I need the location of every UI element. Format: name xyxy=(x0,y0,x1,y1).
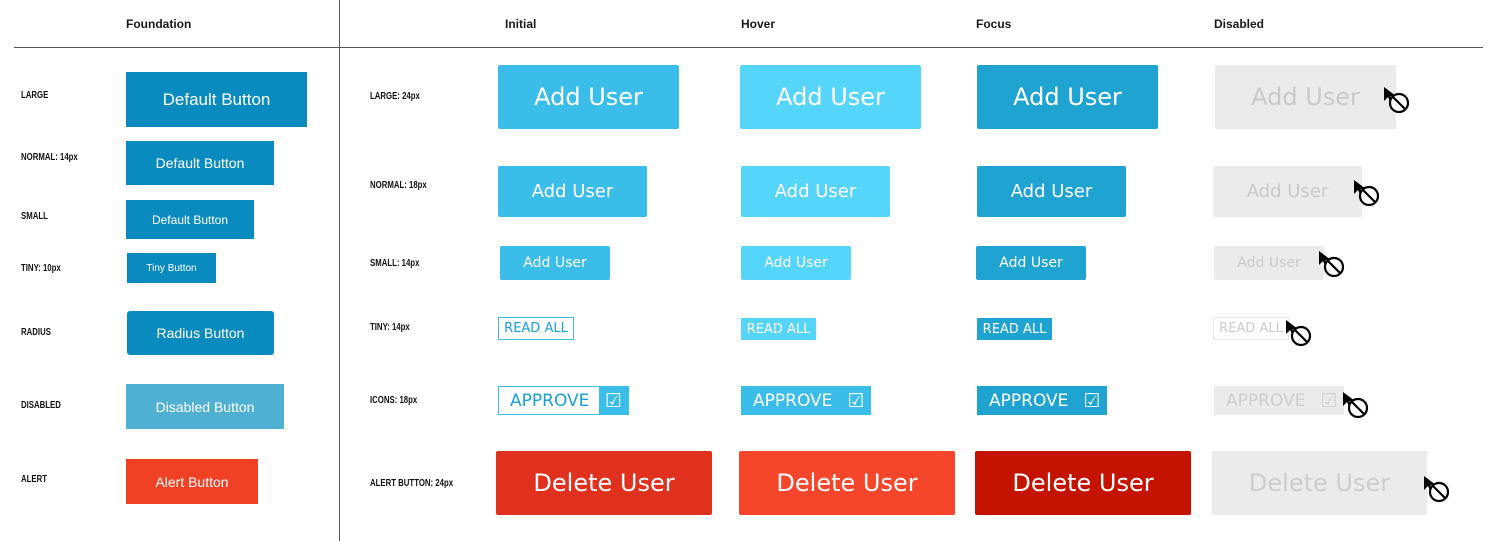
delete-user-initial[interactable]: Delete User xyxy=(496,451,712,515)
header-foundation: Foundation xyxy=(126,17,192,31)
checkbox-icon: ☑ xyxy=(1320,389,1338,412)
foundation-label-disabled: DISABLED xyxy=(21,400,61,411)
state-label-small: SMALL: 14px xyxy=(370,258,420,269)
add-user-large-focus[interactable]: Add User xyxy=(977,65,1158,129)
approve-button-disabled: APPROVE ☑ xyxy=(1214,386,1344,415)
default-button-large[interactable]: Default Button xyxy=(126,72,307,127)
approve-button-focus[interactable]: APPROVE ☑ xyxy=(977,386,1107,415)
not-allowed-cursor-icon xyxy=(1384,87,1410,114)
radius-button[interactable]: Radius Button xyxy=(127,311,274,355)
delete-user-focus[interactable]: Delete User xyxy=(975,451,1191,515)
column-divider xyxy=(339,0,340,541)
checkbox-icon: ☑ xyxy=(1083,389,1101,412)
approve-button-hover[interactable]: APPROVE ☑ xyxy=(741,386,871,415)
add-user-large-hover[interactable]: Add User xyxy=(740,65,921,129)
default-button-normal[interactable]: Default Button xyxy=(126,141,274,185)
not-allowed-cursor-icon xyxy=(1343,392,1369,419)
approve-label: APPROVE xyxy=(510,390,590,411)
not-allowed-cursor-icon xyxy=(1286,320,1312,347)
checkbox-icon: ☑ xyxy=(847,389,865,412)
header-disabled: Disabled xyxy=(1214,17,1265,31)
not-allowed-cursor-icon xyxy=(1424,476,1450,503)
add-user-normal-hover[interactable]: Add User xyxy=(741,166,890,217)
delete-user-hover[interactable]: Delete User xyxy=(739,451,955,515)
foundation-label-large: LARGE xyxy=(21,90,49,101)
delete-user-disabled: Delete User xyxy=(1212,451,1427,515)
not-allowed-cursor-icon xyxy=(1354,180,1380,207)
approve-label: APPROVE xyxy=(753,390,833,411)
foundation-label-normal: NORMAL: 14px xyxy=(21,152,78,163)
header-hover: Hover xyxy=(741,17,776,31)
read-all-tiny-initial[interactable]: READ ALL xyxy=(498,317,574,340)
add-user-normal-disabled: Add User xyxy=(1213,166,1362,217)
add-user-small-focus[interactable]: Add User xyxy=(976,246,1086,280)
foundation-label-alert: ALERT xyxy=(21,474,48,485)
disabled-button: Disabled Button xyxy=(126,384,284,429)
add-user-small-hover[interactable]: Add User xyxy=(741,246,851,280)
state-label-alert: ALERT BUTTON: 24px xyxy=(370,478,454,489)
checkbox-icon: ☑ xyxy=(599,387,628,414)
header-initial: Initial xyxy=(505,17,537,31)
header-focus: Focus xyxy=(976,17,1012,31)
state-label-normal: NORMAL: 18px xyxy=(370,180,427,191)
state-label-icons: ICONS: 18px xyxy=(370,395,418,406)
read-all-tiny-hover[interactable]: READ ALL xyxy=(741,318,816,340)
tiny-button[interactable]: Tiny Button xyxy=(127,253,216,283)
state-label-large: LARGE: 24px xyxy=(370,91,420,102)
add-user-normal-initial[interactable]: Add User xyxy=(498,166,647,217)
not-allowed-cursor-icon xyxy=(1319,251,1345,278)
add-user-large-initial[interactable]: Add User xyxy=(498,65,679,129)
foundation-label-tiny: TINY: 10px xyxy=(21,263,61,274)
add-user-normal-focus[interactable]: Add User xyxy=(977,166,1126,217)
approve-button-initial[interactable]: APPROVE ☑ xyxy=(498,386,629,415)
approve-label: APPROVE xyxy=(1226,390,1306,411)
header-divider xyxy=(14,47,1483,48)
add-user-small-disabled: Add User xyxy=(1214,246,1324,280)
add-user-small-initial[interactable]: Add User xyxy=(500,246,610,280)
read-all-tiny-disabled: READ ALL xyxy=(1213,317,1289,340)
add-user-large-disabled: Add User xyxy=(1215,65,1396,129)
default-button-small[interactable]: Default Button xyxy=(126,200,254,239)
read-all-tiny-focus[interactable]: READ ALL xyxy=(977,318,1052,340)
alert-button[interactable]: Alert Button xyxy=(126,459,258,504)
state-label-tiny: TINY: 14px xyxy=(370,322,410,333)
foundation-label-radius: RADIUS xyxy=(21,327,51,338)
foundation-label-small: SMALL xyxy=(21,211,48,222)
approve-label: APPROVE xyxy=(989,390,1069,411)
